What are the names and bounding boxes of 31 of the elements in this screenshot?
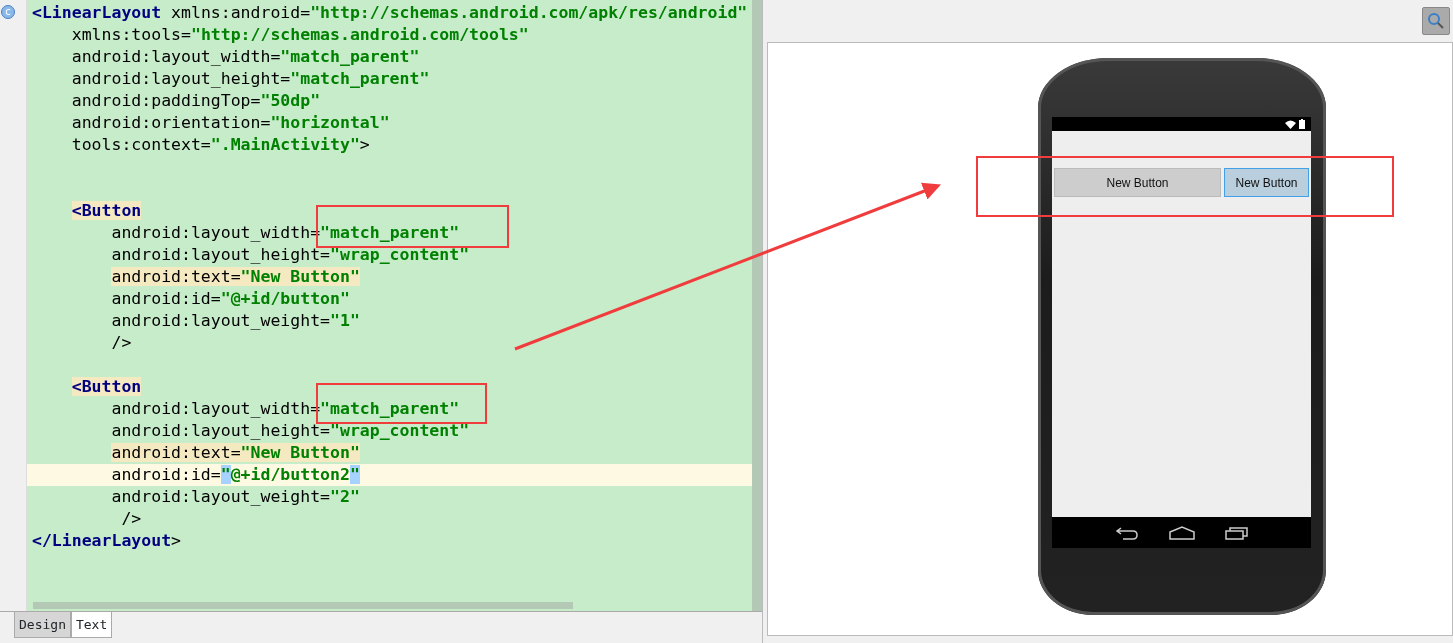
code-line: android:orientation="horizontal": [71, 112, 390, 134]
code-line: />: [111, 332, 132, 354]
search-icon: [1427, 12, 1445, 30]
code-line: tools:context=".MainActivity">: [71, 134, 370, 156]
code-line: android:paddingTop="50dp": [71, 90, 321, 112]
recents-icon[interactable]: [1224, 525, 1249, 540]
editor-tab[interactable]: Design: [14, 612, 71, 638]
class-badge: c: [1, 5, 15, 19]
wifi-icon: [1285, 119, 1296, 129]
code-line: android:text="New Button": [111, 266, 360, 288]
preview-button[interactable]: New Button: [1054, 168, 1221, 197]
code-line: android:layout_weight="2": [111, 486, 360, 508]
code-line: android:text="New Button": [111, 442, 360, 464]
code-line: android:layout_width="match_parent": [71, 46, 420, 68]
scrollbar[interactable]: [33, 602, 573, 609]
code-line: android:layout_height="match_parent": [71, 68, 430, 90]
code-line: android:id="@+id/button2": [111, 464, 360, 486]
code-line: xmlns:tools="http://schemas.android.com/tools": [71, 24, 529, 46]
back-icon[interactable]: [1114, 525, 1139, 540]
code-line: android:layout_height="wrap_content": [111, 420, 470, 442]
scrollbar[interactable]: [752, 0, 762, 611]
code-line: android:layout_height="wrap_content": [111, 244, 470, 266]
home-icon[interactable]: [1168, 525, 1195, 540]
code-line: />: [120, 508, 142, 530]
code-line: </LinearLayout>: [32, 530, 181, 552]
code-line: android:layout_weight="1": [111, 310, 360, 332]
code-line: <LinearLayout xmlns:android="http://schemas.android.com/apk/res/android": [32, 2, 748, 24]
preview-button[interactable]: New Button: [1224, 168, 1309, 197]
editor-tab[interactable]: Text: [70, 612, 113, 638]
battery-icon: [1299, 119, 1305, 129]
code-line: android:id="@+id/button": [111, 288, 350, 310]
